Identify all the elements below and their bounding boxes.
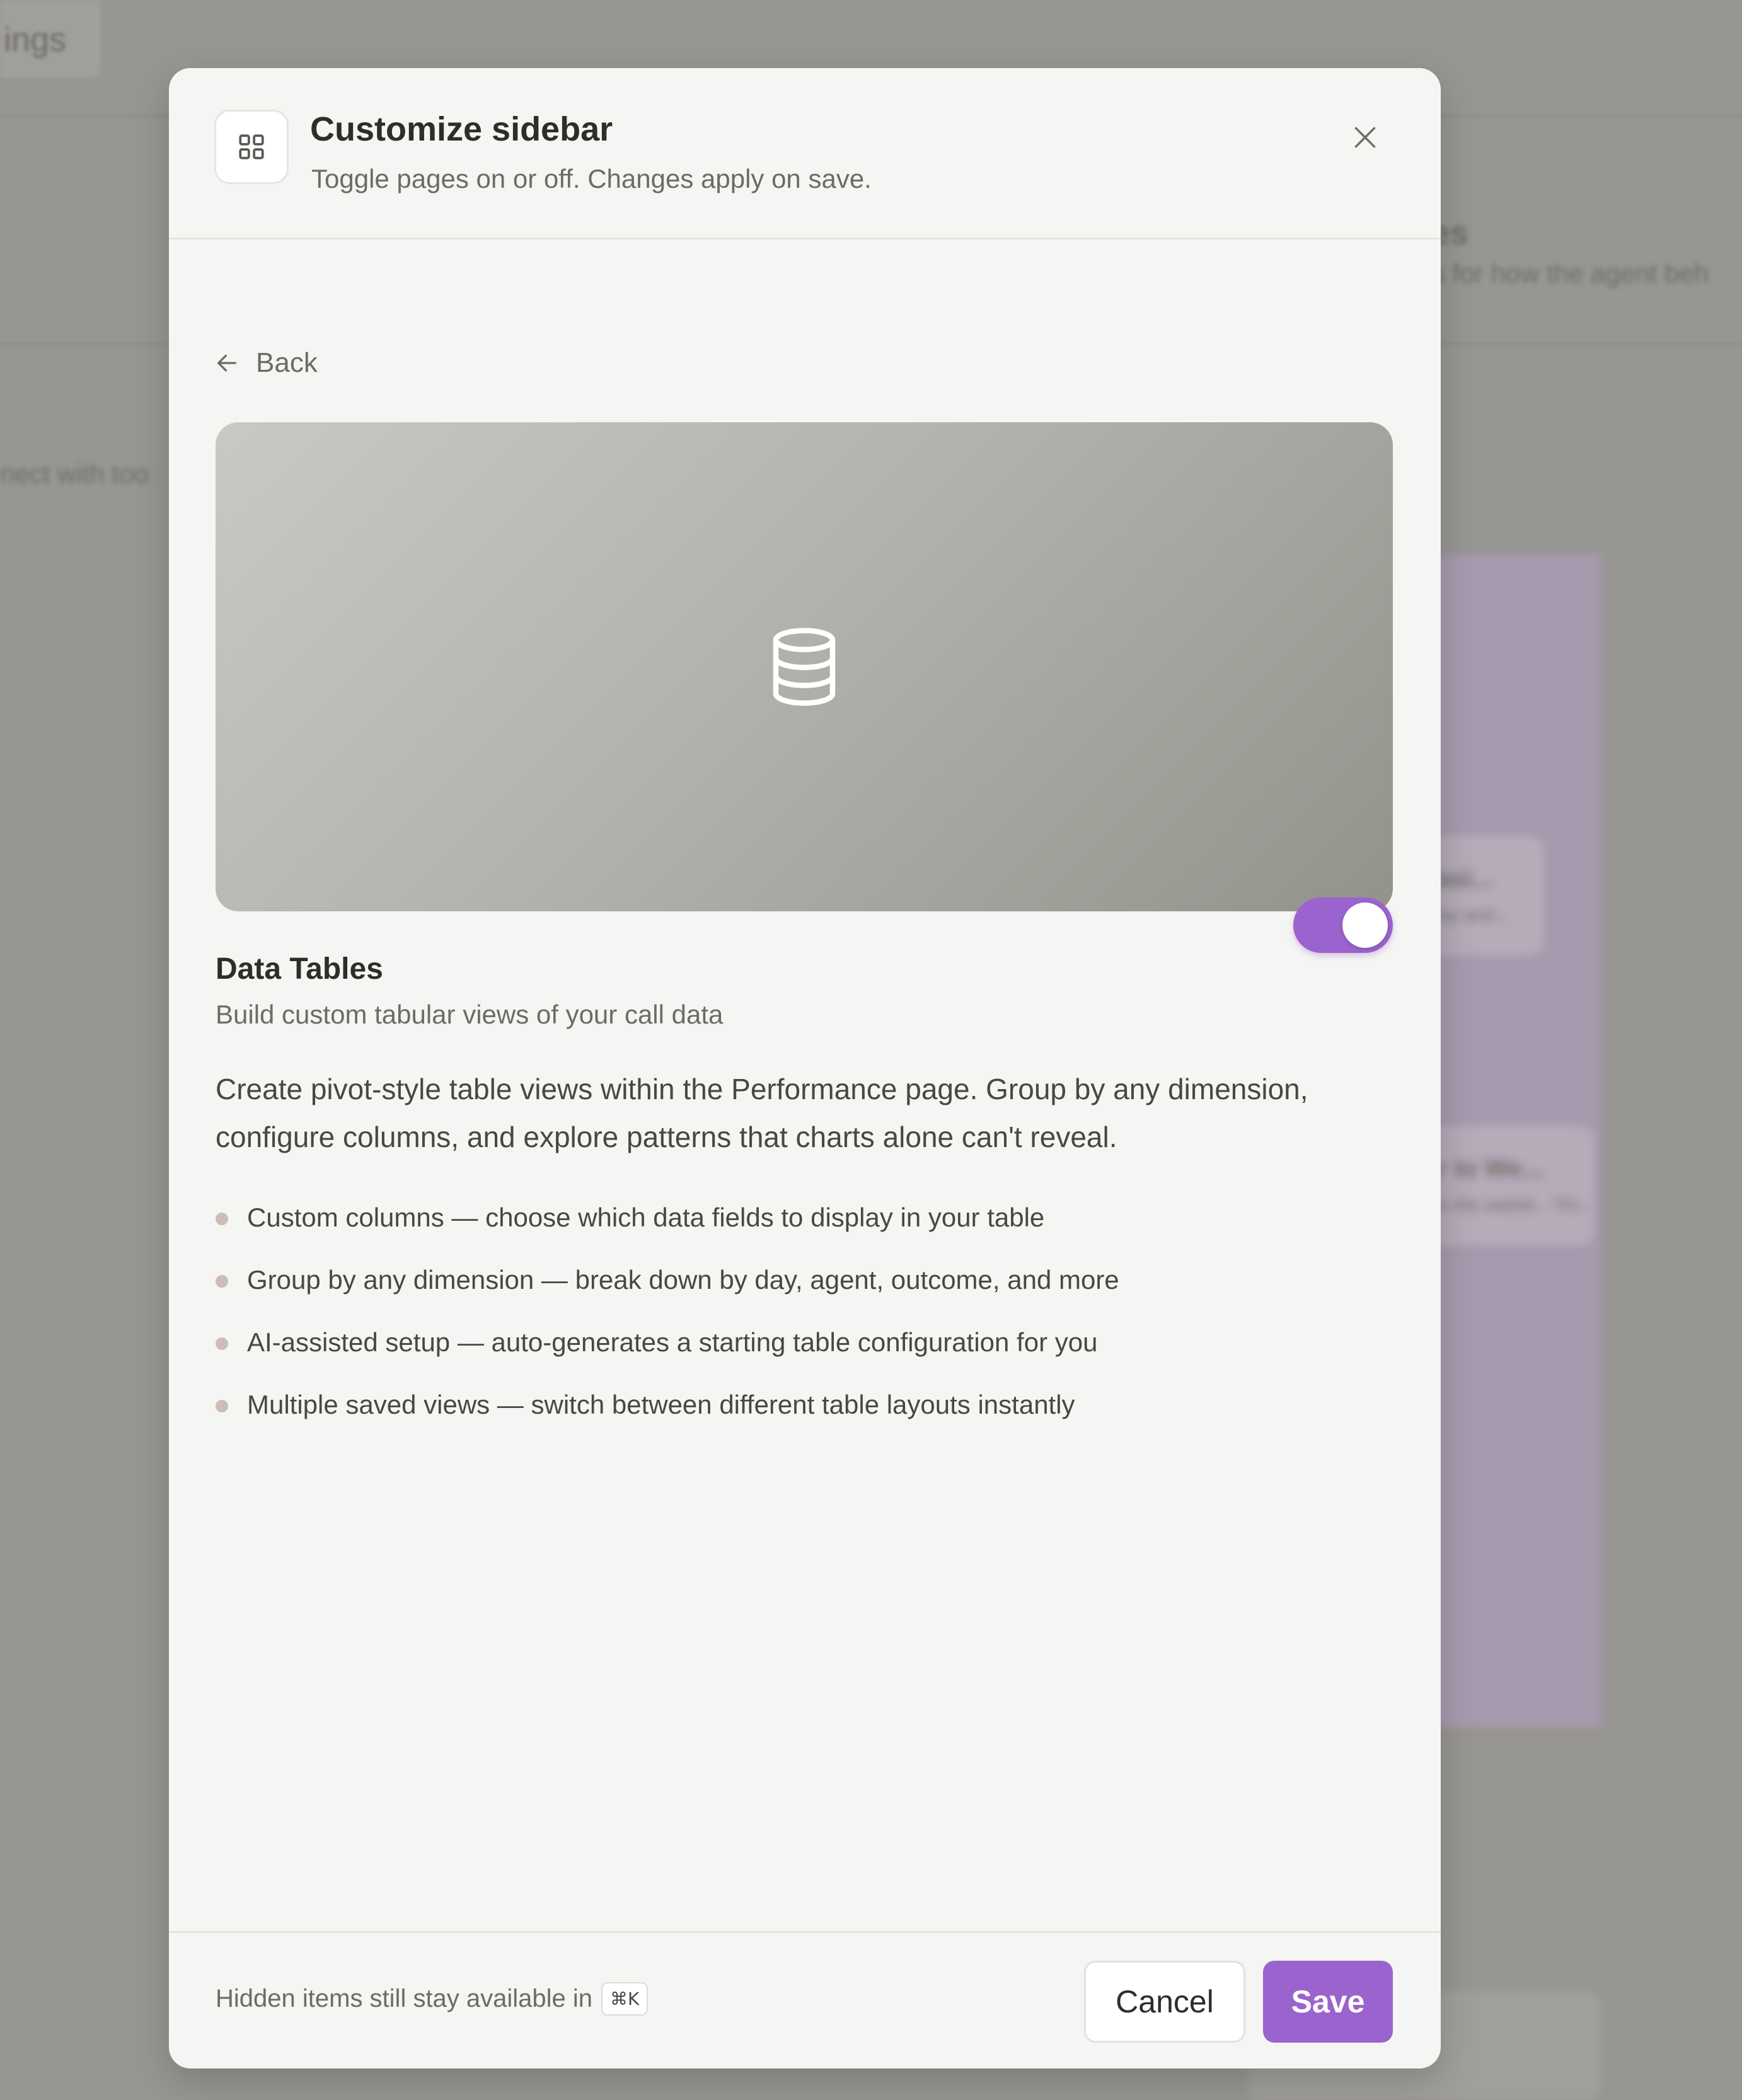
feature-description: Create pivot-style table views within th…: [216, 1073, 1308, 1153]
toggle-knob: [1342, 903, 1388, 948]
background-subheading: s for how the agent beh: [1432, 258, 1709, 288]
modal-header: Customize sidebar Toggle pages on or off…: [169, 68, 1441, 239]
footer-hint: Hidden items still stay available in ⌘K: [216, 1982, 649, 2016]
shortcut-badge: ⌘K: [601, 1982, 649, 2016]
bullet-dot: [216, 1213, 228, 1225]
close-icon: [1354, 127, 1376, 148]
bullet-dot: [216, 1337, 228, 1350]
background-card-title: r to We...: [1437, 1155, 1543, 1182]
background-card: r to We... is the websit... Thi...: [1418, 1126, 1595, 1245]
background-left-text: nect with too: [0, 459, 149, 488]
list-item: Group by any dimension — break down by d…: [216, 1259, 1400, 1321]
background-card-text: lay and...: [1437, 905, 1509, 925]
close-button[interactable]: [1345, 117, 1385, 158]
back-label: Back: [256, 347, 318, 378]
save-button[interactable]: Save: [1263, 1961, 1393, 2043]
background-tab-text: ings: [4, 21, 67, 59]
list-item: Custom columns — choose which data field…: [216, 1196, 1400, 1259]
bullet-dot: [216, 1400, 228, 1412]
list-item: AI-assisted setup — auto-generates a sta…: [216, 1321, 1400, 1383]
list-item-text: AI-assisted setup — auto-generates a sta…: [247, 1327, 1098, 1357]
footer-hint-text: Hidden items still stay available in: [216, 1985, 593, 2012]
modal-footer: Hidden items still stay available in ⌘K …: [169, 1931, 1441, 2068]
modal-title: Customize sidebar: [310, 110, 613, 148]
back-link[interactable]: Back: [214, 343, 318, 383]
list-item-text: Group by any dimension — break down by d…: [247, 1265, 1119, 1295]
feature-toggle[interactable]: [1293, 897, 1393, 953]
customize-sidebar-modal: Customize sidebar Toggle pages on or off…: [169, 68, 1441, 2068]
database-icon: [773, 628, 836, 706]
feature-title: Data Tables: [216, 952, 383, 986]
cancel-button[interactable]: Cancel: [1084, 1961, 1245, 2043]
list-item-text: Custom columns — choose which data field…: [247, 1203, 1045, 1232]
list-item-text: Multiple saved views — switch between di…: [247, 1390, 1075, 1419]
list-item: Multiple saved views — switch between di…: [216, 1383, 1400, 1446]
background-card-title: asi...: [1437, 865, 1493, 892]
background-card-text: is the websit... Thi...: [1437, 1195, 1593, 1214]
arrow-left-icon: [217, 354, 236, 372]
feature-subtitle: Build custom tabular views of your call …: [216, 1000, 724, 1029]
feature-preview-image: [216, 422, 1393, 911]
feature-bullet-list: Custom columns — choose which data field…: [216, 1196, 1400, 1446]
grid-icon: [214, 110, 289, 184]
modal-subtitle: Toggle pages on or off. Changes apply on…: [311, 164, 872, 193]
bullet-dot: [216, 1275, 228, 1288]
